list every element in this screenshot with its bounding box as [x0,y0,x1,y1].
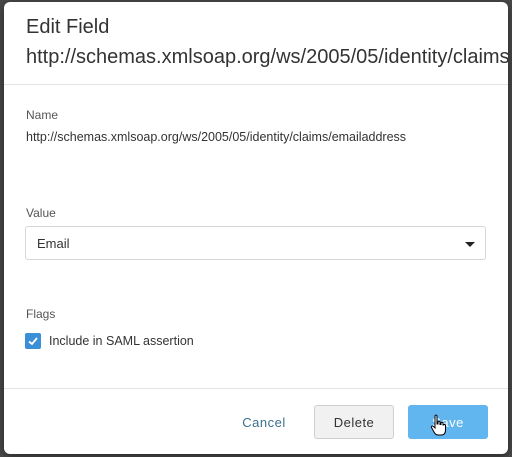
include-saml-label[interactable]: Include in SAML assertion [49,334,194,348]
hand-cursor-icon [430,414,446,436]
include-saml-checkbox[interactable] [25,333,41,349]
name-label: Name [26,108,59,122]
value-label: Value [26,206,56,220]
value-select[interactable]: Email [25,226,486,260]
flags-label: Flags [26,307,56,321]
save-button[interactable]: Save [408,405,488,439]
value-select-text: Email [37,236,70,251]
checkmark-icon [28,337,38,346]
name-value: http://schemas.xmlsoap.org/ws/2005/05/id… [26,130,407,144]
dialog-header: Edit Field http://schemas.xmlsoap.org/ws… [4,2,508,85]
cancel-button[interactable]: Cancel [230,405,298,439]
caret-down-icon [465,242,475,247]
dialog-subtitle: http://schemas.xmlsoap.org/ws/2005/05/id… [26,46,508,68]
delete-button[interactable]: Delete [314,405,394,439]
include-saml-row: Include in SAML assertion [25,332,194,350]
edit-field-dialog: Edit Field http://schemas.xmlsoap.org/ws… [4,2,508,454]
dialog-title: Edit Field [26,16,110,38]
